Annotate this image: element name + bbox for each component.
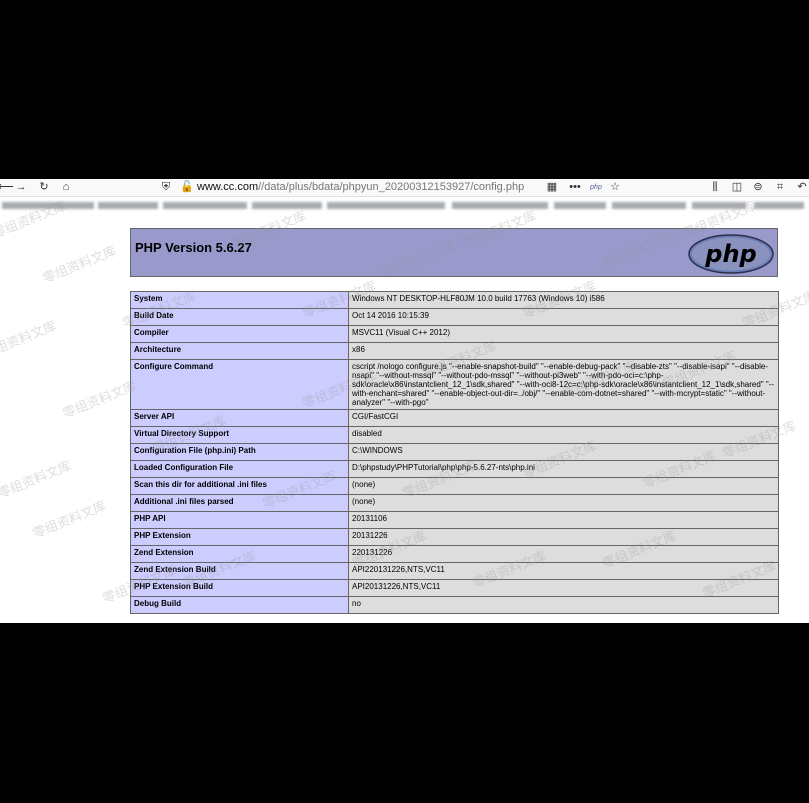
row-value: API20131226,NTS,VC11 xyxy=(348,579,779,597)
row-key: Additional .ini files parsed xyxy=(130,494,349,512)
undo-icon[interactable]: ↶ xyxy=(795,180,809,195)
forward-icon[interactable]: → xyxy=(14,180,28,195)
php-logo-text: php xyxy=(704,240,756,268)
row-value: disabled xyxy=(348,426,779,444)
row-key: Scan this dir for additional .ini files xyxy=(130,477,349,495)
row-key: Configuration File (php.ini) Path xyxy=(130,443,349,461)
php-extension-icon[interactable]: php xyxy=(589,180,603,195)
row-key: PHP Extension xyxy=(130,528,349,546)
phpinfo-table: System Windows NT DESKTOP-HLF80JM 10.0 bu… xyxy=(130,291,779,614)
row-value: Windows NT DESKTOP-HLF80JM 10.0 build 17… xyxy=(348,291,779,309)
account-icon[interactable]: ⊜ xyxy=(751,180,765,195)
row-value: API220131226,NTS,VC11 xyxy=(348,562,779,580)
row-key: Loaded Configuration File xyxy=(130,460,349,478)
row-key: PHP Extension Build xyxy=(130,579,349,597)
row-key: Architecture xyxy=(130,342,349,360)
row-key: Configure Command xyxy=(130,359,349,410)
table-row: Compiler MSVC11 (Visual C++ 2012) xyxy=(130,325,779,343)
sidebar-icon[interactable]: ◫ xyxy=(730,180,744,195)
row-value: cscript /nologo configure.js "--enable-s… xyxy=(348,359,779,410)
table-row: PHP Extension Build API20131226,NTS,VC11 xyxy=(130,579,779,597)
bookmarks-bar xyxy=(0,197,809,213)
row-value: C:\WINDOWS xyxy=(348,443,779,461)
table-row: Zend Extension 220131226 xyxy=(130,545,779,563)
url-path: //data/plus/bdata/phpyun_20200312153927/… xyxy=(258,181,525,193)
table-row: Architecture x86 xyxy=(130,342,779,360)
php-version-title: PHP Version 5.6.27 xyxy=(135,240,252,255)
screenshot-icon[interactable]: ⌗ xyxy=(773,180,787,195)
row-key: Compiler xyxy=(130,325,349,343)
row-value: 20131106 xyxy=(348,511,779,529)
row-key: System xyxy=(130,291,349,309)
table-row: Configure Command cscript /nologo configu… xyxy=(130,359,779,410)
table-row: Scan this dir for additional .ini files(… xyxy=(130,477,779,495)
qr-code-icon[interactable]: ▦ xyxy=(546,180,558,195)
phpinfo-page: PHP Version 5.6.27 php System Windows NT … xyxy=(0,213,809,623)
row-key: Zend Extension xyxy=(130,545,349,563)
php-version-header: PHP Version 5.6.27 php xyxy=(130,228,778,277)
home-icon[interactable]: ⌂ xyxy=(59,180,73,195)
row-value: no xyxy=(348,596,779,614)
address-bar[interactable]: www.cc.com//data/plus/bdata/phpyun_20200… xyxy=(197,179,524,196)
row-value: CGI/FastCGI xyxy=(348,409,779,427)
row-value: MSVC11 (Visual C++ 2012) xyxy=(348,325,779,343)
table-row: PHP API 20131106 xyxy=(130,511,779,529)
bookmark-star-icon[interactable]: ☆ xyxy=(608,180,622,195)
row-key: Debug Build xyxy=(130,596,349,614)
row-value: (none) xyxy=(348,494,779,512)
more-icon[interactable]: ••• xyxy=(568,180,582,195)
shield-icon[interactable]: ⛨ xyxy=(160,180,172,195)
row-value: x86 xyxy=(348,342,779,360)
browser-toolbar: ⟵ → ↻ ⌂ ⛨ 🔓 www.cc.com//data/plus/bdata/… xyxy=(0,179,809,197)
row-value: (none) xyxy=(348,477,779,495)
table-row: Virtual Directory Support disabled xyxy=(130,426,779,444)
reload-icon[interactable]: ↻ xyxy=(37,180,51,195)
browser-window: ⟵ → ↻ ⌂ ⛨ 🔓 www.cc.com//data/plus/bdata/… xyxy=(0,179,809,623)
row-key: Server API xyxy=(130,409,349,427)
row-value: Oct 14 2016 10:15:39 xyxy=(348,308,779,326)
table-row: Server API CGI/FastCGI xyxy=(130,409,779,427)
row-key: PHP API xyxy=(130,511,349,529)
table-row: System Windows NT DESKTOP-HLF80JM 10.0 bu… xyxy=(130,291,779,309)
url-host: www.cc.com xyxy=(197,181,259,193)
row-key: Zend Extension Build xyxy=(130,562,349,580)
table-row: Loaded Configuration File D:\phpstudy\PHP… xyxy=(130,460,779,478)
table-row: Zend Extension Build API220131226,NTS,VC1… xyxy=(130,562,779,580)
back-icon[interactable]: ⟵ xyxy=(0,180,14,195)
table-row: PHP Extension 20131226 xyxy=(130,528,779,546)
insecure-lock-icon[interactable]: 🔓 xyxy=(180,180,194,195)
table-row: Build Date Oct 14 2016 10:15:39 xyxy=(130,308,779,326)
row-value: 220131226 xyxy=(348,545,779,563)
row-value: D:\phpstudy\PHPTutorial\php\php-5.6.27-n… xyxy=(348,460,779,478)
row-value: 20131226 xyxy=(348,528,779,546)
table-row: Debug Build no xyxy=(130,596,779,614)
row-key: Build Date xyxy=(130,308,349,326)
table-row: Additional .ini files parsed (none) xyxy=(130,494,779,512)
php-logo: php xyxy=(688,234,774,274)
library-icon[interactable]: ⫼ xyxy=(708,180,722,195)
table-row: Configuration File (php.ini) Path C:\WIND… xyxy=(130,443,779,461)
row-key: Virtual Directory Support xyxy=(130,426,349,444)
